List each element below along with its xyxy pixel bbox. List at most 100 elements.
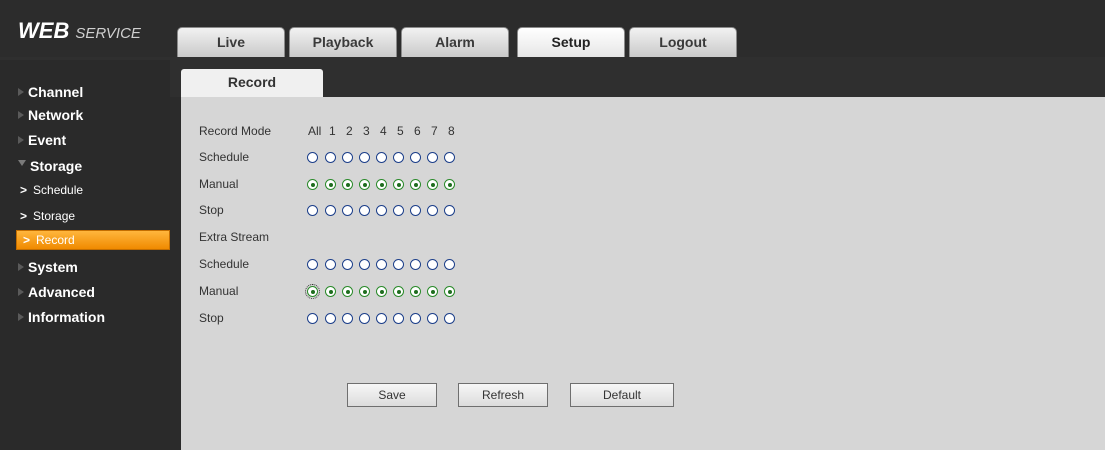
column-header-5: 5 [397,124,404,138]
radio-stop-ch7[interactable] [427,205,438,216]
radio-stop-all[interactable] [307,205,318,216]
sidebar-subitem-record[interactable]: > Record [16,230,170,250]
tab-setup[interactable]: Setup [517,27,625,57]
row-label-schedule: Schedule [199,150,250,164]
bottom-border [0,450,1105,454]
top-bar: WEB SERVICE Live Playback Alarm Setup Lo… [0,0,1105,60]
radio-extra-stop-ch7[interactable] [427,313,438,324]
radio-schedule-ch2[interactable] [342,152,353,163]
radio-extra-schedule-all[interactable] [307,259,318,270]
radio-extra-schedule-ch3[interactable] [359,259,370,270]
sidebar-item-label: Advanced [28,284,95,300]
collapsed-arrow-icon [18,263,24,271]
radio-extra-schedule-ch8[interactable] [444,259,455,270]
collapsed-arrow-icon [18,313,24,321]
radio-manual-ch4[interactable] [376,179,387,190]
extra-stream-label: Extra Stream [199,230,270,244]
tab-alarm[interactable]: Alarm [401,27,509,57]
radio-stop-ch4[interactable] [376,205,387,216]
radio-extra-schedule-ch5[interactable] [393,259,404,270]
radio-extra-schedule-ch7[interactable] [427,259,438,270]
radio-extra-manual-ch4[interactable] [376,286,387,297]
radio-extra-schedule-ch4[interactable] [376,259,387,270]
radio-manual-ch8[interactable] [444,179,455,190]
column-header-2: 2 [346,124,353,138]
collapsed-arrow-icon [18,136,24,144]
radio-schedule-all[interactable] [307,152,318,163]
sidebar-subitem-storage[interactable]: > Storage [0,204,170,228]
column-header-all: All [308,124,322,138]
radio-extra-schedule-ch6[interactable] [410,259,421,270]
radio-manual-ch2[interactable] [342,179,353,190]
radio-extra-stop-ch1[interactable] [325,313,336,324]
radio-extra-schedule-ch2[interactable] [342,259,353,270]
radio-extra-manual-ch3[interactable] [359,286,370,297]
column-header-6: 6 [414,124,421,138]
column-header-7: 7 [431,124,438,138]
sidebar-item-information[interactable]: Information [0,305,170,329]
refresh-button[interactable]: Refresh [458,383,548,407]
radio-extra-stop-ch6[interactable] [410,313,421,324]
radio-extra-manual-ch7[interactable] [427,286,438,297]
radio-stop-ch6[interactable] [410,205,421,216]
sidebar-item-system[interactable]: System [0,255,170,279]
sidebar-item-label: Information [28,309,105,325]
radio-extra-manual-ch1[interactable] [325,286,336,297]
sidebar-item-network[interactable]: Network [0,103,170,127]
radio-extra-stop-ch4[interactable] [376,313,387,324]
tab-playback[interactable]: Playback [289,27,397,57]
radio-extra-manual-ch8[interactable] [444,286,455,297]
row-label-stop: Stop [199,203,224,217]
radio-stop-ch5[interactable] [393,205,404,216]
radio-manual-all[interactable] [307,179,318,190]
radio-stop-ch8[interactable] [444,205,455,216]
default-button[interactable]: Default [570,383,674,407]
sidebar-item-channel[interactable]: Channel [0,80,170,104]
expanded-arrow-icon [18,160,26,166]
radio-extra-manual-all[interactable] [305,284,320,299]
radio-schedule-ch6[interactable] [410,152,421,163]
radio-schedule-ch8[interactable] [444,152,455,163]
radio-extra-stop-all[interactable] [307,313,318,324]
radio-schedule-ch3[interactable] [359,152,370,163]
tab-logout[interactable]: Logout [629,27,737,57]
column-header-4: 4 [380,124,387,138]
radio-schedule-ch1[interactable] [325,152,336,163]
radio-extra-manual-ch5[interactable] [393,286,404,297]
radio-manual-ch1[interactable] [325,179,336,190]
radio-manual-ch3[interactable] [359,179,370,190]
collapsed-arrow-icon [18,88,24,96]
sidebar-item-event[interactable]: Event [0,128,170,152]
radio-schedule-ch5[interactable] [393,152,404,163]
radio-extra-stop-ch2[interactable] [342,313,353,324]
radio-manual-ch7[interactable] [427,179,438,190]
save-button[interactable]: Save [347,383,437,407]
sidebar-item-label: Storage [30,158,83,174]
sidebar-subitem-schedule[interactable]: > Schedule [0,178,170,202]
radio-extra-manual-ch2[interactable] [342,286,353,297]
sidebar-item-storage[interactable]: Storage [0,154,170,178]
record-settings-panel: Record Mode All 1 2 3 4 5 6 7 8 Schedule… [181,97,1105,450]
radio-stop-ch3[interactable] [359,205,370,216]
record-mode-label: Record Mode [199,124,272,138]
radio-stop-ch1[interactable] [325,205,336,216]
sidebar-item-label: Channel [28,84,84,100]
radio-extra-schedule-ch1[interactable] [325,259,336,270]
radio-extra-stop-ch8[interactable] [444,313,455,324]
column-header-1: 1 [329,124,336,138]
content-tab-record[interactable]: Record [181,69,323,97]
tab-live[interactable]: Live [177,27,285,57]
radio-manual-ch5[interactable] [393,179,404,190]
sidebar-item-label: Network [28,107,84,123]
radio-extra-stop-ch3[interactable] [359,313,370,324]
sidebar-subitem-label: Schedule [33,183,84,197]
radio-schedule-ch4[interactable] [376,152,387,163]
row-label-manual: Manual [199,177,239,191]
column-header-3: 3 [363,124,370,138]
radio-stop-ch2[interactable] [342,205,353,216]
radio-extra-manual-ch6[interactable] [410,286,421,297]
radio-extra-stop-ch5[interactable] [393,313,404,324]
radio-manual-ch6[interactable] [410,179,421,190]
radio-schedule-ch7[interactable] [427,152,438,163]
sidebar-item-advanced[interactable]: Advanced [0,280,170,304]
